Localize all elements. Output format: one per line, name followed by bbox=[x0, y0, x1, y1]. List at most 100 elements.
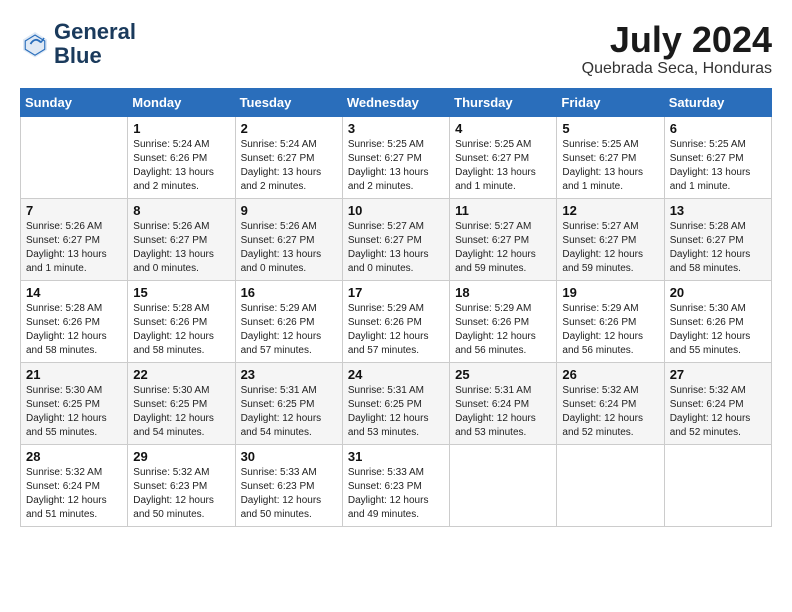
day-number: 14 bbox=[26, 285, 122, 300]
weekday-row: SundayMondayTuesdayWednesdayThursdayFrid… bbox=[21, 88, 772, 116]
day-number: 10 bbox=[348, 203, 444, 218]
day-info: Sunrise: 5:29 AM Sunset: 6:26 PM Dayligh… bbox=[348, 302, 444, 358]
day-number: 12 bbox=[562, 203, 658, 218]
calendar-cell: 14 Sunrise: 5:28 AM Sunset: 6:26 PM Dayli… bbox=[21, 280, 128, 362]
logo-icon bbox=[20, 29, 50, 59]
day-number: 23 bbox=[241, 367, 337, 382]
calendar-cell bbox=[450, 444, 557, 526]
calendar-cell: 7 Sunrise: 5:26 AM Sunset: 6:27 PM Daylig… bbox=[21, 198, 128, 280]
weekday-header-wednesday: Wednesday bbox=[342, 88, 449, 116]
day-info: Sunrise: 5:26 AM Sunset: 6:27 PM Dayligh… bbox=[26, 220, 122, 276]
day-number: 13 bbox=[670, 203, 766, 218]
calendar-cell: 20 Sunrise: 5:30 AM Sunset: 6:26 PM Dayli… bbox=[664, 280, 771, 362]
day-number: 2 bbox=[241, 121, 337, 136]
calendar-week-3: 14 Sunrise: 5:28 AM Sunset: 6:26 PM Dayli… bbox=[21, 280, 772, 362]
day-info: Sunrise: 5:31 AM Sunset: 6:25 PM Dayligh… bbox=[348, 384, 444, 440]
calendar-cell: 13 Sunrise: 5:28 AM Sunset: 6:27 PM Dayli… bbox=[664, 198, 771, 280]
calendar-cell: 16Sunrise: 5:29 AM Sunset: 6:26 PM Dayli… bbox=[235, 280, 342, 362]
day-number: 28 bbox=[26, 449, 122, 464]
day-number: 3 bbox=[348, 121, 444, 136]
day-info: Sunrise: 5:32 AM Sunset: 6:23 PM Dayligh… bbox=[133, 466, 229, 522]
day-info: Sunrise: 5:28 AM Sunset: 6:26 PM Dayligh… bbox=[26, 302, 122, 358]
weekday-header-sunday: Sunday bbox=[21, 88, 128, 116]
day-info: Sunrise: 5:29 AM Sunset: 6:26 PM Dayligh… bbox=[455, 302, 551, 358]
logo-line2: Blue bbox=[54, 44, 136, 68]
calendar-cell: 3 Sunrise: 5:25 AM Sunset: 6:27 PM Daylig… bbox=[342, 116, 449, 198]
day-number: 19 bbox=[562, 285, 658, 300]
calendar-header: SundayMondayTuesdayWednesdayThursdayFrid… bbox=[21, 88, 772, 116]
calendar-cell: 10 Sunrise: 5:27 AM Sunset: 6:27 PM Dayli… bbox=[342, 198, 449, 280]
weekday-header-tuesday: Tuesday bbox=[235, 88, 342, 116]
day-info: Sunrise: 5:32 AM Sunset: 6:24 PM Dayligh… bbox=[26, 466, 122, 522]
day-number: 15 bbox=[133, 285, 229, 300]
calendar-cell: 22Sunrise: 5:30 AM Sunset: 6:25 PM Dayli… bbox=[128, 362, 235, 444]
calendar-cell bbox=[664, 444, 771, 526]
weekday-header-thursday: Thursday bbox=[450, 88, 557, 116]
day-info: Sunrise: 5:25 AM Sunset: 6:27 PM Dayligh… bbox=[348, 138, 444, 194]
day-number: 21 bbox=[26, 367, 122, 382]
day-number: 8 bbox=[133, 203, 229, 218]
day-number: 29 bbox=[133, 449, 229, 464]
calendar-cell: 25Sunrise: 5:31 AM Sunset: 6:24 PM Dayli… bbox=[450, 362, 557, 444]
calendar-body: 1Sunrise: 5:24 AM Sunset: 6:26 PM Daylig… bbox=[21, 116, 772, 526]
day-info: Sunrise: 5:25 AM Sunset: 6:27 PM Dayligh… bbox=[562, 138, 658, 194]
day-number: 22 bbox=[133, 367, 229, 382]
day-number: 17 bbox=[348, 285, 444, 300]
day-info: Sunrise: 5:29 AM Sunset: 6:26 PM Dayligh… bbox=[562, 302, 658, 358]
day-info: Sunrise: 5:28 AM Sunset: 6:26 PM Dayligh… bbox=[133, 302, 229, 358]
logo-text: General Blue bbox=[54, 20, 136, 68]
calendar-cell: 5 Sunrise: 5:25 AM Sunset: 6:27 PM Daylig… bbox=[557, 116, 664, 198]
day-number: 5 bbox=[562, 121, 658, 136]
day-info: Sunrise: 5:29 AM Sunset: 6:26 PM Dayligh… bbox=[241, 302, 337, 358]
month-year: July 2024 bbox=[582, 20, 772, 60]
day-number: 6 bbox=[670, 121, 766, 136]
day-number: 27 bbox=[670, 367, 766, 382]
day-info: Sunrise: 5:31 AM Sunset: 6:24 PM Dayligh… bbox=[455, 384, 551, 440]
day-info: Sunrise: 5:28 AM Sunset: 6:27 PM Dayligh… bbox=[670, 220, 766, 276]
calendar-cell bbox=[21, 116, 128, 198]
day-number: 7 bbox=[26, 203, 122, 218]
day-number: 9 bbox=[241, 203, 337, 218]
calendar-cell: 30 Sunrise: 5:33 AM Sunset: 6:23 PM Dayli… bbox=[235, 444, 342, 526]
day-number: 20 bbox=[670, 285, 766, 300]
calendar-cell: 23 Sunrise: 5:31 AM Sunset: 6:25 PM Dayli… bbox=[235, 362, 342, 444]
calendar-cell: 8Sunrise: 5:26 AM Sunset: 6:27 PM Daylig… bbox=[128, 198, 235, 280]
day-number: 31 bbox=[348, 449, 444, 464]
day-info: Sunrise: 5:27 AM Sunset: 6:27 PM Dayligh… bbox=[348, 220, 444, 276]
calendar-cell: 24 Sunrise: 5:31 AM Sunset: 6:25 PM Dayli… bbox=[342, 362, 449, 444]
day-number: 11 bbox=[455, 203, 551, 218]
day-info: Sunrise: 5:26 AM Sunset: 6:27 PM Dayligh… bbox=[241, 220, 337, 276]
logo-line1: General bbox=[54, 20, 136, 44]
day-info: Sunrise: 5:30 AM Sunset: 6:25 PM Dayligh… bbox=[26, 384, 122, 440]
calendar-cell: 19 Sunrise: 5:29 AM Sunset: 6:26 PM Dayli… bbox=[557, 280, 664, 362]
day-info: Sunrise: 5:33 AM Sunset: 6:23 PM Dayligh… bbox=[348, 466, 444, 522]
day-number: 30 bbox=[241, 449, 337, 464]
calendar-cell: 6Sunrise: 5:25 AM Sunset: 6:27 PM Daylig… bbox=[664, 116, 771, 198]
calendar-cell: 31 Sunrise: 5:33 AM Sunset: 6:23 PM Dayli… bbox=[342, 444, 449, 526]
calendar-cell: 18Sunrise: 5:29 AM Sunset: 6:26 PM Dayli… bbox=[450, 280, 557, 362]
day-number: 4 bbox=[455, 121, 551, 136]
calendar-week-5: 28 Sunrise: 5:32 AM Sunset: 6:24 PM Dayli… bbox=[21, 444, 772, 526]
day-info: Sunrise: 5:33 AM Sunset: 6:23 PM Dayligh… bbox=[241, 466, 337, 522]
title-block: July 2024 Quebrada Seca, Honduras bbox=[582, 20, 772, 78]
calendar-week-4: 21 Sunrise: 5:30 AM Sunset: 6:25 PM Dayli… bbox=[21, 362, 772, 444]
day-info: Sunrise: 5:25 AM Sunset: 6:27 PM Dayligh… bbox=[455, 138, 551, 194]
logo: General Blue bbox=[20, 20, 136, 68]
calendar-cell: 2 Sunrise: 5:24 AM Sunset: 6:27 PM Daylig… bbox=[235, 116, 342, 198]
calendar-week-1: 1Sunrise: 5:24 AM Sunset: 6:26 PM Daylig… bbox=[21, 116, 772, 198]
calendar-cell: 27Sunrise: 5:32 AM Sunset: 6:24 PM Dayli… bbox=[664, 362, 771, 444]
day-info: Sunrise: 5:24 AM Sunset: 6:27 PM Dayligh… bbox=[241, 138, 337, 194]
day-number: 1 bbox=[133, 121, 229, 136]
weekday-header-saturday: Saturday bbox=[664, 88, 771, 116]
calendar-cell: 17 Sunrise: 5:29 AM Sunset: 6:26 PM Dayli… bbox=[342, 280, 449, 362]
calendar-cell: 1Sunrise: 5:24 AM Sunset: 6:26 PM Daylig… bbox=[128, 116, 235, 198]
day-info: Sunrise: 5:31 AM Sunset: 6:25 PM Dayligh… bbox=[241, 384, 337, 440]
calendar-week-2: 7 Sunrise: 5:26 AM Sunset: 6:27 PM Daylig… bbox=[21, 198, 772, 280]
calendar-table: SundayMondayTuesdayWednesdayThursdayFrid… bbox=[20, 88, 772, 527]
calendar-cell: 28 Sunrise: 5:32 AM Sunset: 6:24 PM Dayli… bbox=[21, 444, 128, 526]
location: Quebrada Seca, Honduras bbox=[582, 60, 772, 78]
day-info: Sunrise: 5:27 AM Sunset: 6:27 PM Dayligh… bbox=[562, 220, 658, 276]
weekday-header-friday: Friday bbox=[557, 88, 664, 116]
day-info: Sunrise: 5:30 AM Sunset: 6:26 PM Dayligh… bbox=[670, 302, 766, 358]
day-number: 24 bbox=[348, 367, 444, 382]
